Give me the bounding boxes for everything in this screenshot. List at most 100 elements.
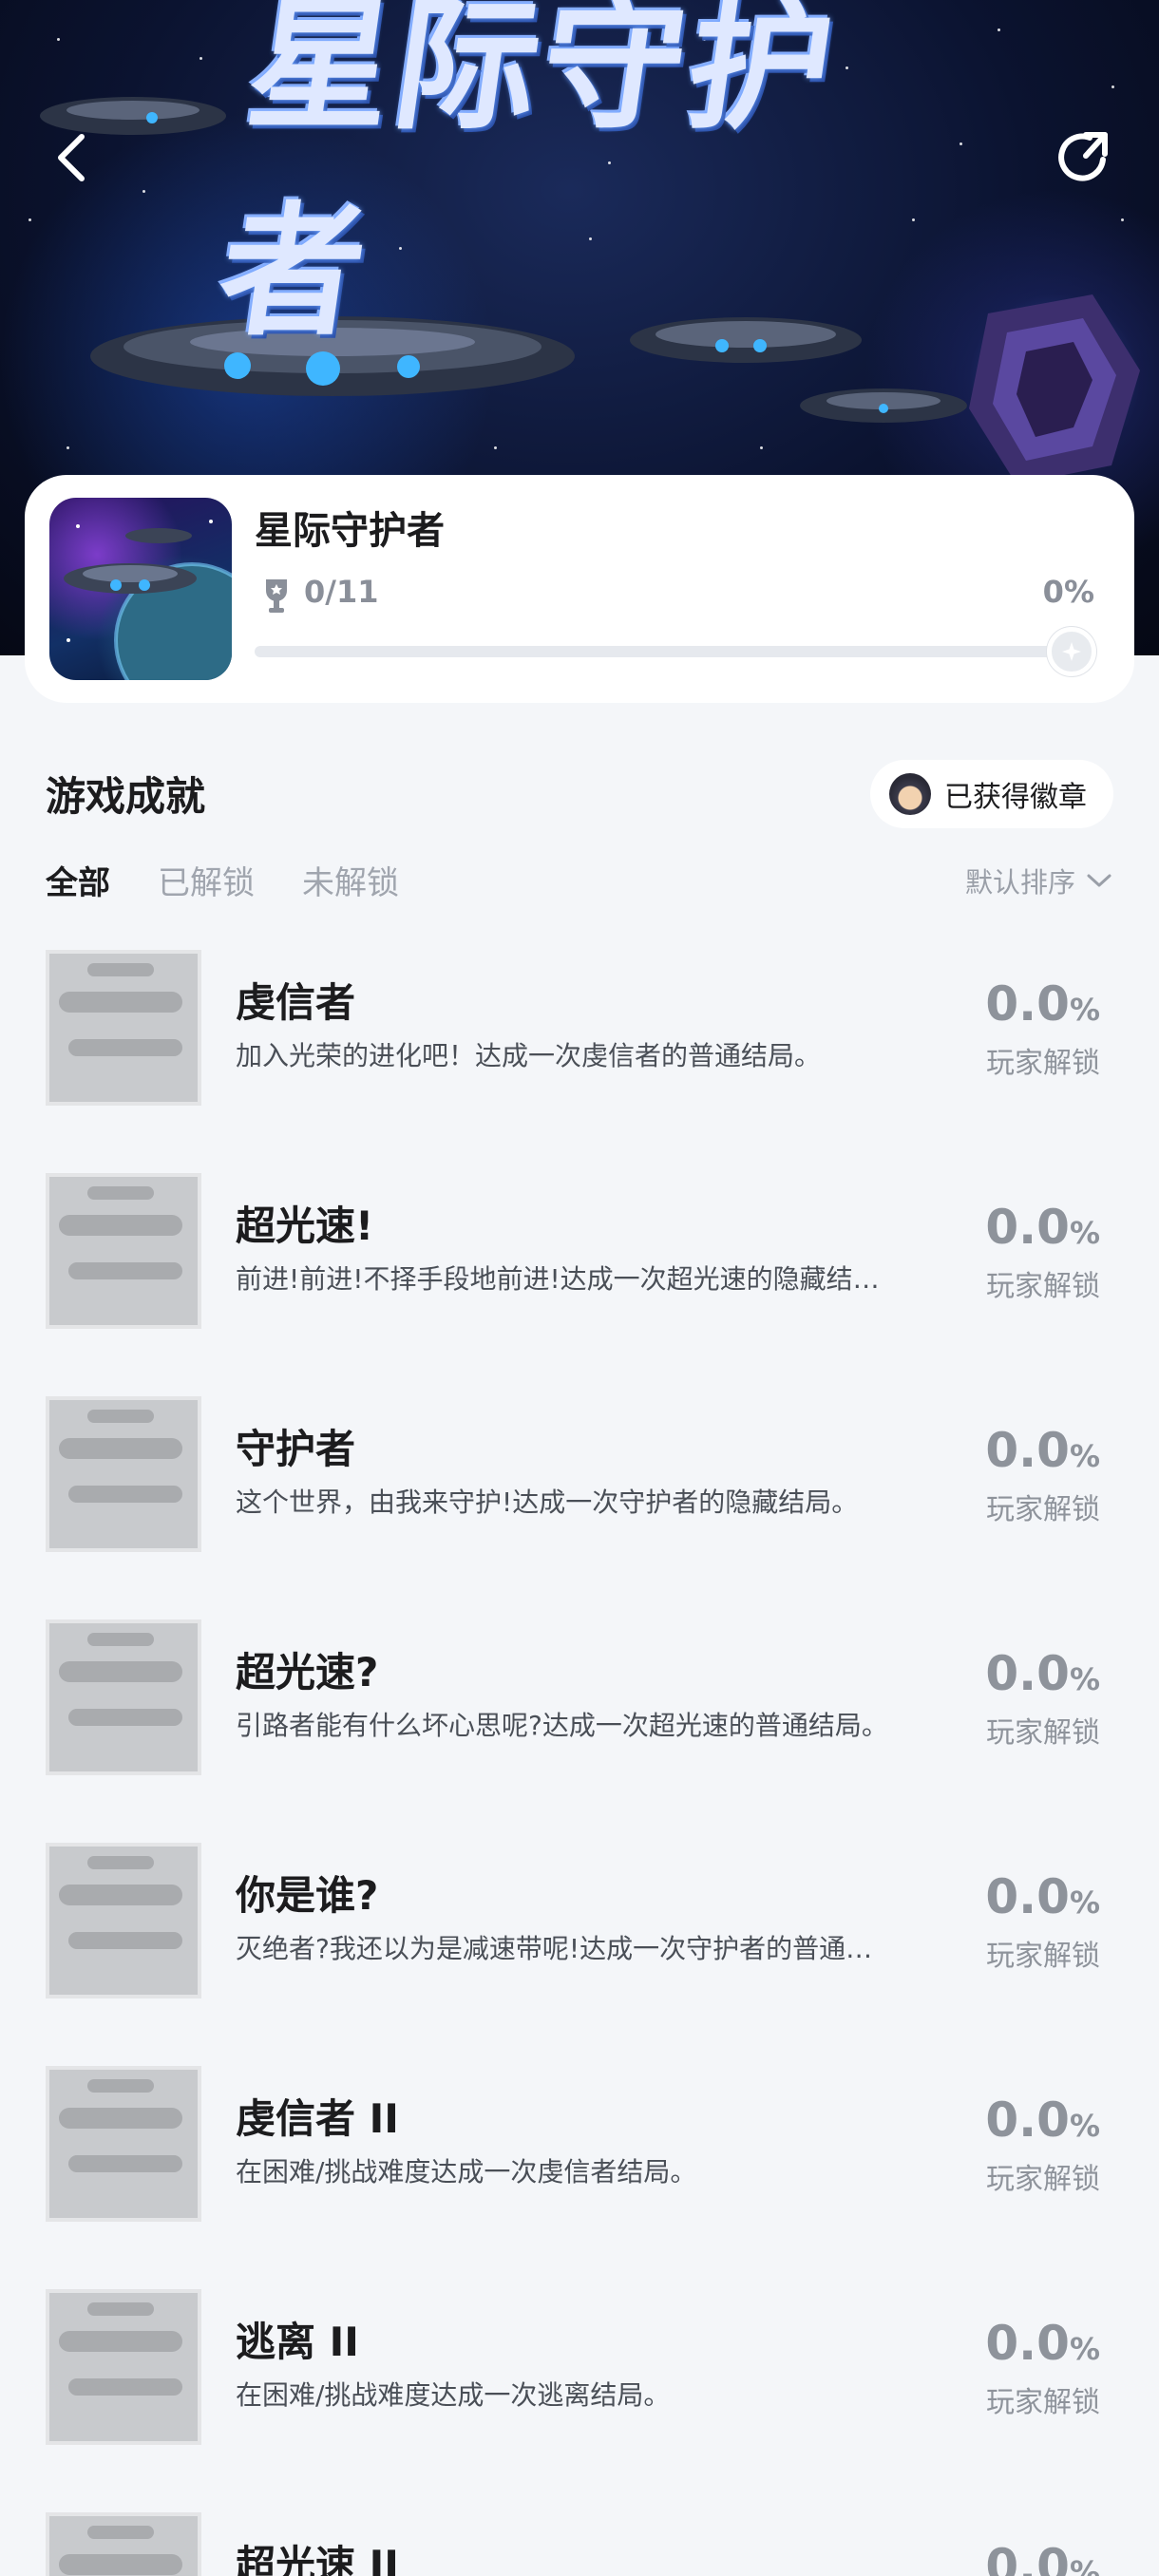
sort-dropdown[interactable]: 默认排序 [965, 861, 1112, 900]
achievement-title: 你是谁? [236, 1872, 379, 1919]
star-dot [28, 218, 31, 221]
unlock-rate-value: 0.0 [985, 2093, 1070, 2148]
star-dot [200, 57, 202, 60]
unlock-rate-value: 0.0 [985, 1869, 1070, 1924]
achievement-thumbnail [46, 2512, 201, 2576]
banner-title: 星际守护者 [209, 0, 847, 355]
achievement-description: 加入光荣的进化吧！达成一次虔信者的普通结局。 [236, 1040, 822, 1071]
achievement-item[interactable]: 超光速 II 0.0% [0, 2512, 1159, 2576]
star-icon [1062, 642, 1081, 661]
achievement-title: 逃离 II [236, 2319, 359, 2365]
avatar [889, 773, 931, 815]
unlock-rate-label: 玩家解锁 [986, 1270, 1100, 1303]
achievement-title: 超光速! [236, 1203, 374, 1249]
achievement-item[interactable]: 虔信者加入光荣的进化吧！达成一次虔信者的普通结局。 0.0% 玩家解锁 [0, 950, 1159, 1111]
sort-label: 默认排序 [964, 866, 1075, 899]
achievement-unlock-rate: 0.0% [985, 1423, 1100, 1478]
achievement-thumbnail [46, 1396, 201, 1552]
achievement-unlock-rate: 0.0% [985, 2093, 1100, 2148]
unlock-rate-label: 玩家解锁 [986, 2163, 1100, 2196]
chevron-left-icon [58, 134, 85, 181]
achievement-title: 超光速? [236, 1649, 379, 1695]
achievement-unlock-rate: 0.0% [985, 1869, 1100, 1924]
achievement-description: 灭绝者?我还以为是减速带呢!达成一次守护者的普通… [236, 1933, 873, 1964]
filter-tabs: 全部 已解锁 未解锁 [46, 857, 446, 904]
achievement-title: 虔信者 [236, 979, 356, 1026]
tab-locked[interactable]: 未解锁 [302, 857, 399, 904]
game-icon[interactable] [49, 498, 232, 680]
star-dot [494, 446, 497, 449]
star-dot [66, 446, 69, 449]
achievement-item[interactable]: 逃离 II 在困难/挑战难度达成一次逃离结局。 0.0% 玩家解锁 [0, 2289, 1159, 2451]
achievement-unlock-rate: 0.0% [985, 1646, 1100, 1701]
unlock-rate-unit: % [1069, 2108, 1100, 2144]
planet-icon [64, 520, 232, 680]
achievement-item[interactable]: 超光速? 引路者能有什么坏心思呢?达成一次超光速的普通结局。 0.0% 玩家解锁 [0, 1619, 1159, 1781]
chevron-down-icon [1087, 874, 1112, 887]
star-dot [1121, 218, 1124, 221]
achievement-unlock-rate: 0.0% [985, 2316, 1100, 2371]
spaceship-icon [800, 388, 967, 423]
star-dot [142, 190, 145, 193]
unlock-rate-unit: % [1069, 1885, 1100, 1921]
section-title: 游戏成就 [46, 773, 206, 820]
back-button[interactable] [38, 123, 106, 192]
unlock-rate-value: 0.0 [985, 1423, 1070, 1478]
achievement-unlock-rate: 0.0% [985, 1200, 1100, 1255]
unlock-rate-label: 玩家解锁 [986, 1940, 1100, 1973]
unlock-rate-value: 0.0 [985, 976, 1070, 1032]
achievement-description: 这个世界，由我来守护!达成一次守护者的隐藏结局。 [236, 1487, 859, 1518]
unlock-rate-value: 0.0 [985, 1646, 1070, 1701]
achievement-description: 前进!前进!不择手段地前进!达成一次超光速的隐藏结… [236, 1263, 880, 1295]
unlock-rate-unit: % [1069, 1438, 1100, 1474]
achievement-thumbnail [46, 2066, 201, 2222]
unlock-rate-unit: % [1069, 2331, 1100, 2367]
achievement-item[interactable]: 守护者这个世界，由我来守护!达成一次守护者的隐藏结局。 0.0% 玩家解锁 [0, 1396, 1159, 1558]
progress-bar [255, 627, 1096, 676]
unlock-rate-value: 0.0 [985, 1200, 1070, 1255]
unlock-rate-label: 玩家解锁 [986, 1493, 1100, 1526]
game-title: 星际守护者 [255, 509, 445, 553]
trophy-icon [266, 579, 287, 613]
achievement-description: 在困难/挑战难度达成一次逃离结局。 [236, 2379, 671, 2411]
achievement-item[interactable]: 超光速! 前进!前进!不择手段地前进!达成一次超光速的隐藏结… 0.0% 玩家解锁 [0, 1173, 1159, 1335]
unlock-rate-unit: % [1069, 1661, 1100, 1697]
achievement-description: 引路者能有什么坏心思呢?达成一次超光速的普通结局。 [236, 1710, 888, 1741]
achievement-unlock-rate: 0.0% [985, 2539, 1100, 2576]
achievement-thumbnail [46, 2289, 201, 2445]
achievement-thumbnail [46, 1843, 201, 1998]
unlock-rate-value: 0.0 [985, 2316, 1070, 2371]
achievement-thumbnail [46, 1619, 201, 1775]
game-info-card: 星际守护者 0/11 0% [25, 475, 1134, 703]
earned-badges-label: 已获得徽章 [944, 781, 1087, 814]
star-dot [998, 28, 1000, 31]
achievement-thumbnail [46, 1173, 201, 1329]
unlock-rate-value: 0.0 [985, 2539, 1070, 2576]
achievement-description: 在困难/挑战难度达成一次虔信者结局。 [236, 2156, 697, 2188]
unlock-rate-unit: % [1069, 2554, 1100, 2576]
achievement-progress-count: 0/11 [304, 574, 379, 610]
share-refresh-icon [1058, 132, 1108, 181]
unlock-rate-label: 玩家解锁 [986, 1047, 1100, 1080]
achievement-title: 虔信者 II [236, 2095, 399, 2142]
progress-knob [1047, 627, 1096, 676]
achievement-item[interactable]: 虔信者 II 在困难/挑战难度达成一次虔信者结局。 0.0% 玩家解锁 [0, 2066, 1159, 2227]
star-dot [760, 446, 763, 449]
tab-unlocked[interactable]: 已解锁 [158, 857, 255, 904]
achievement-thumbnail [46, 950, 201, 1106]
tab-all[interactable]: 全部 [46, 857, 110, 904]
share-button[interactable] [1050, 123, 1118, 192]
asteroid-icon [969, 294, 1140, 484]
unlock-rate-label: 玩家解锁 [986, 2386, 1100, 2419]
achievement-item[interactable]: 你是谁? 灭绝者?我还以为是减速带呢!达成一次守护者的普通… 0.0% 玩家解锁 [0, 1843, 1159, 2004]
unlock-rate-label: 玩家解锁 [986, 1716, 1100, 1750]
achievement-title: 守护者 [236, 1426, 356, 1472]
star-dot [1112, 85, 1114, 88]
achievement-progress-percent: 0% [1042, 574, 1094, 610]
achievement-unlock-rate: 0.0% [985, 976, 1100, 1032]
unlock-rate-unit: % [1069, 992, 1100, 1028]
earned-badges-button[interactable]: 已获得徽章 [870, 760, 1113, 828]
achievement-title: 超光速 II [236, 2542, 399, 2576]
unlock-rate-unit: % [1069, 1215, 1100, 1251]
star-dot [57, 38, 60, 41]
